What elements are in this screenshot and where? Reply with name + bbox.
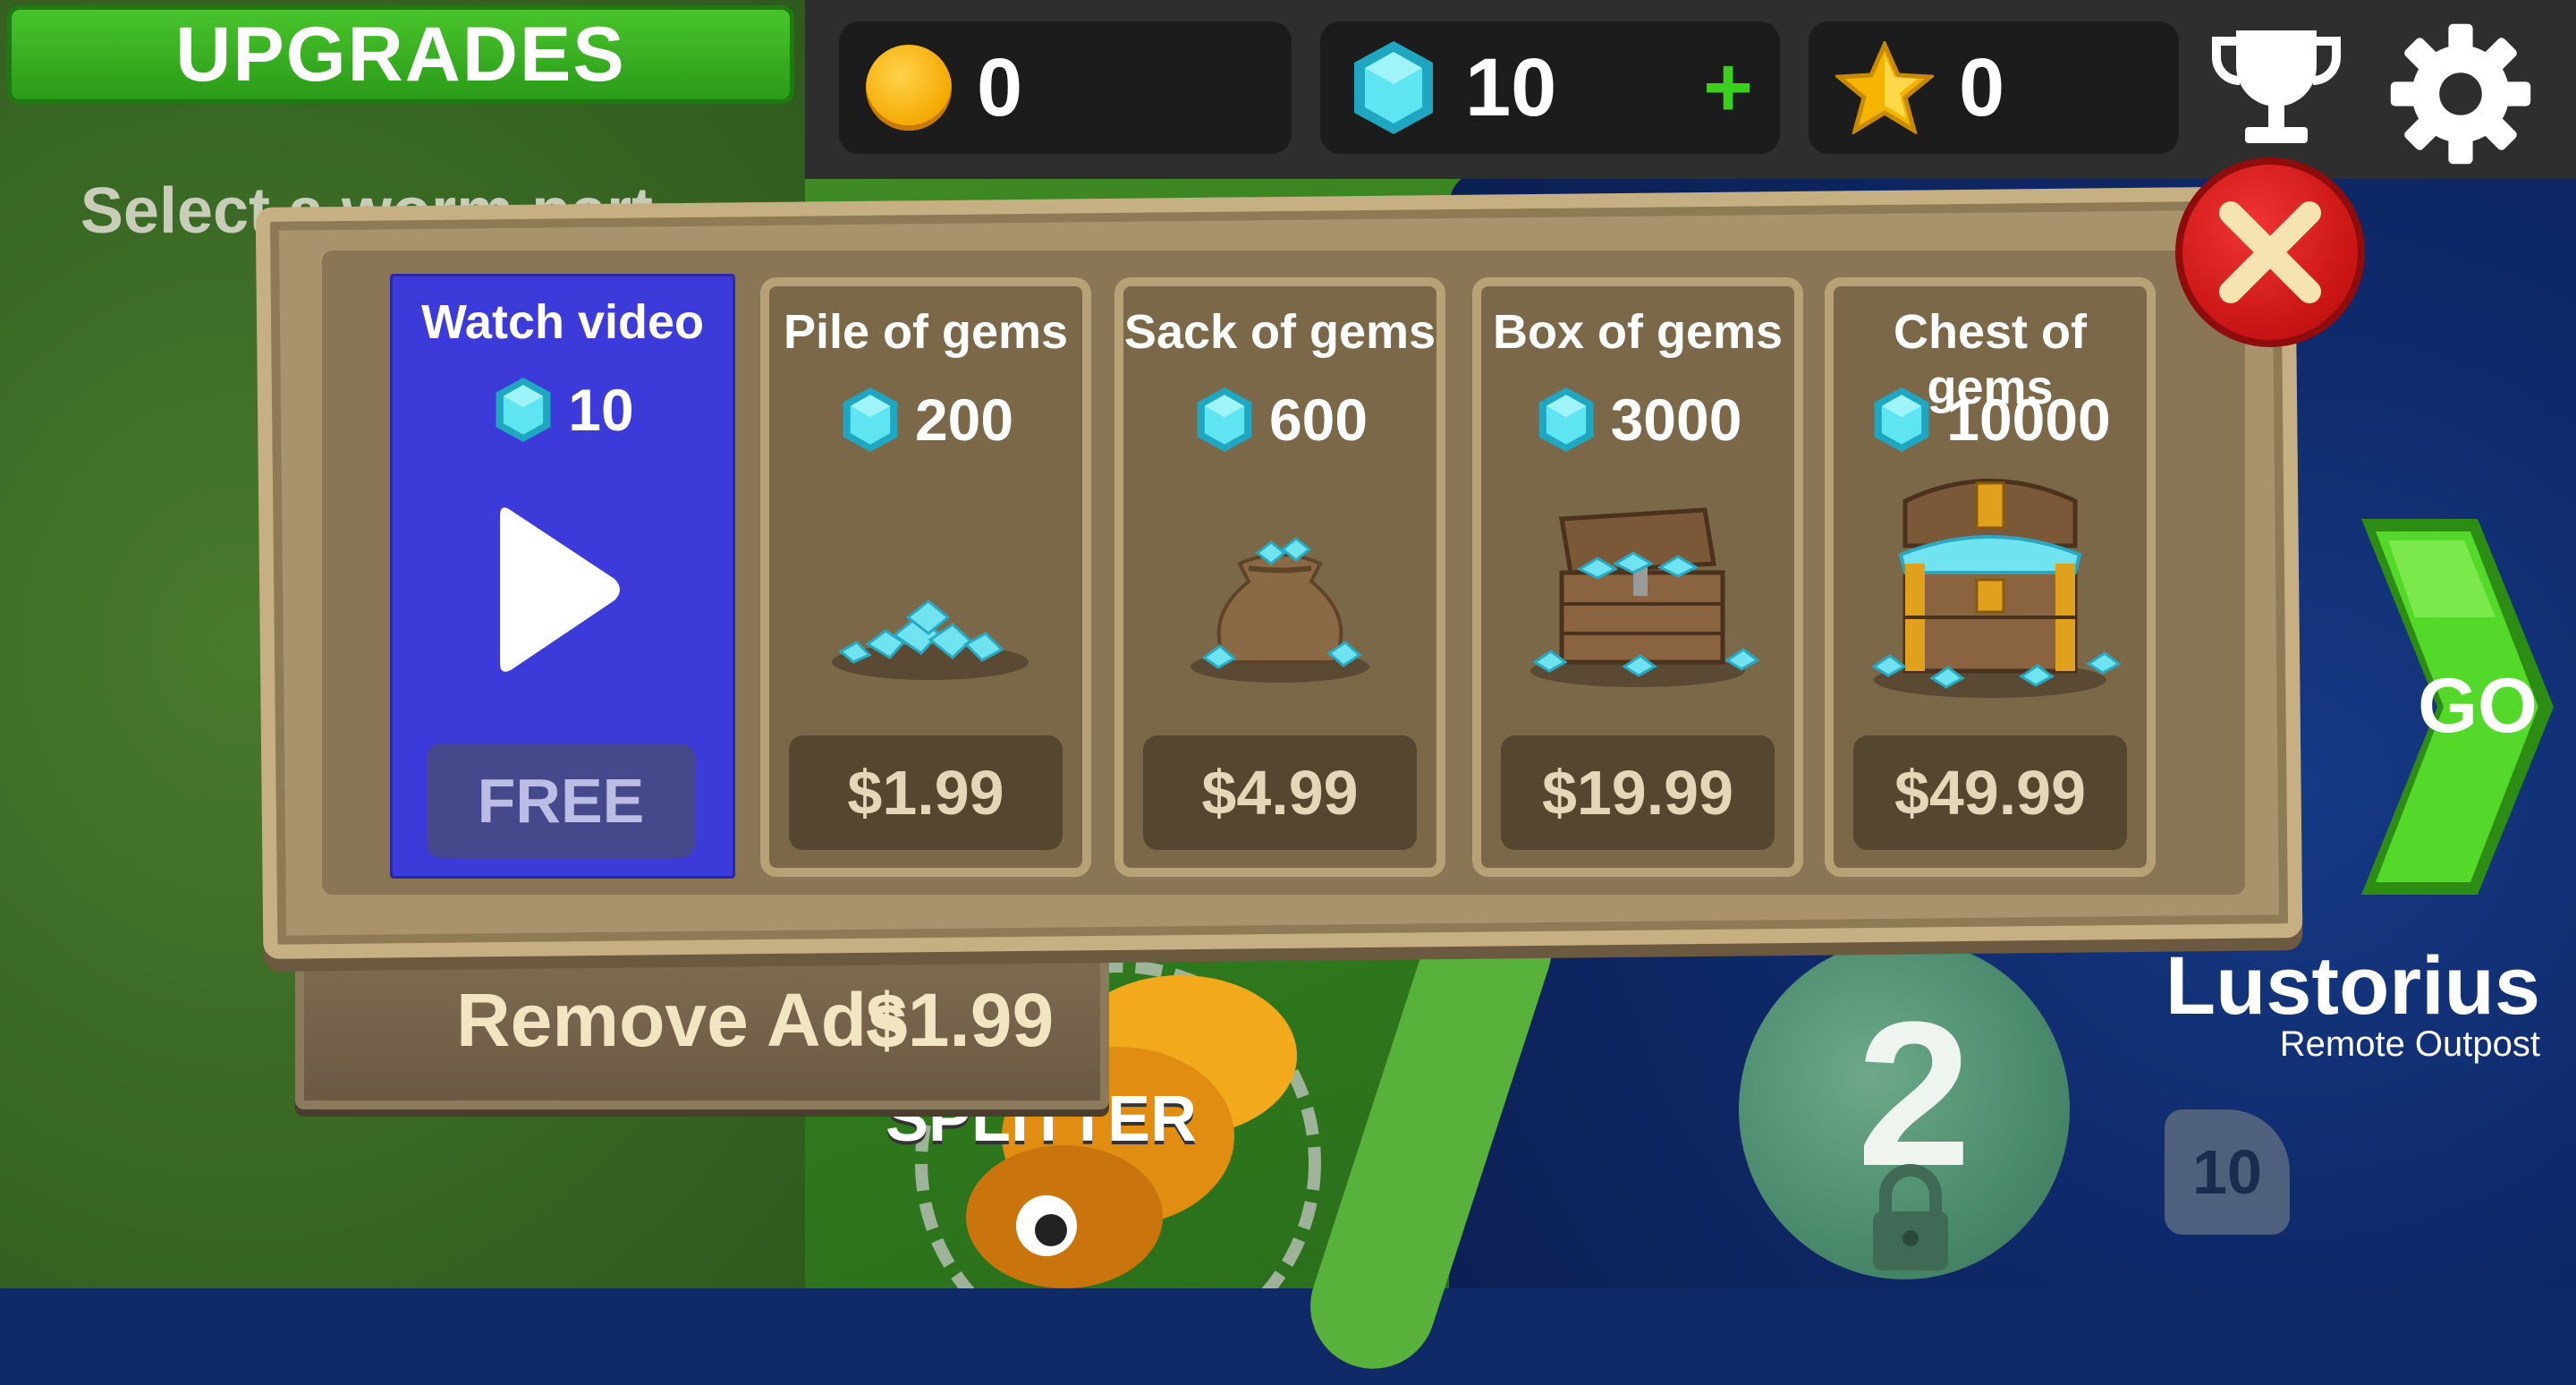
star-icon	[1835, 41, 1934, 134]
upgrades-tab[interactable]: UPGRADES	[7, 5, 794, 104]
pile-of-gems-card[interactable]: Pile of gems 200 $1.99	[760, 277, 1091, 877]
remove-ads-label: Remove Ads	[456, 978, 909, 1062]
card-amount: 600	[1123, 385, 1436, 455]
sack-of-gems-card[interactable]: Sack of gems 600 $4.99	[1114, 277, 1445, 877]
card-amount: 10000	[1834, 385, 2147, 455]
star-counter: 0	[1809, 21, 2179, 154]
gem-icon	[496, 378, 551, 442]
buy-sack-button[interactable]: $4.99	[1143, 735, 1417, 850]
card-amount: 3000	[1481, 385, 1794, 455]
gem-box-icon	[1530, 507, 1760, 687]
card-title: Pile of gems	[783, 305, 1069, 359]
plus-icon[interactable]: +	[1703, 45, 1753, 131]
card-amount-value: 10000	[1946, 387, 2111, 453]
buy-pile-button[interactable]: $1.99	[789, 735, 1063, 850]
watch-video-card[interactable]: Watch video 10 FREE	[390, 274, 735, 879]
gem-icon	[1197, 387, 1252, 452]
gem-icon	[1347, 38, 1440, 138]
coin-icon	[866, 45, 952, 131]
gem-value: 10	[1465, 41, 1557, 133]
gem-sack-icon	[1191, 537, 1369, 683]
play-icon[interactable]	[491, 500, 625, 679]
chest-of-gems-card[interactable]: Chest of gems 10000 $49.99	[1825, 277, 2156, 877]
location-subtitle: Remote Outpost	[2279, 1024, 2540, 1064]
card-title: Watch video	[420, 295, 705, 349]
card-title: Sack of gems	[1123, 305, 1436, 359]
location-name: Lustorius	[2165, 940, 2540, 1032]
gem-icon	[1874, 387, 1929, 452]
lock-icon	[1873, 1164, 1948, 1270]
close-icon	[2219, 201, 2321, 303]
trophy-icon[interactable]	[2209, 21, 2343, 156]
coin-value: 0	[977, 41, 1023, 133]
gear-icon[interactable]	[2385, 18, 2537, 170]
level-badge: 10	[2165, 1109, 2290, 1235]
gem-pile-icon	[832, 599, 1029, 680]
card-amount: 10	[393, 375, 733, 445]
box-of-gems-card[interactable]: Box of gems 3000 $19.99	[1472, 277, 1803, 877]
free-button[interactable]: FREE	[427, 743, 695, 858]
star-value: 0	[1959, 41, 2005, 133]
gem-counter[interactable]: 10 +	[1320, 21, 1780, 154]
gem-chest-icon	[1871, 479, 2122, 698]
buy-box-button[interactable]: $19.99	[1501, 735, 1775, 850]
gem-icon	[843, 387, 898, 452]
card-title: Box of gems	[1492, 305, 1784, 359]
gem-icon	[1538, 387, 1594, 452]
close-button[interactable]	[2175, 157, 2365, 347]
remove-ads-price: $1.99	[866, 978, 1055, 1062]
card-amount-value: 10	[568, 377, 634, 443]
coin-counter: 0	[839, 21, 1292, 154]
card-amount-value: 600	[1268, 387, 1368, 453]
card-amount-value: 200	[914, 387, 1014, 453]
buy-chest-button[interactable]: $49.99	[1853, 735, 2127, 850]
card-amount-value: 3000	[1610, 387, 1742, 453]
go-label: GO	[2418, 663, 2538, 749]
card-amount: 200	[769, 385, 1082, 455]
